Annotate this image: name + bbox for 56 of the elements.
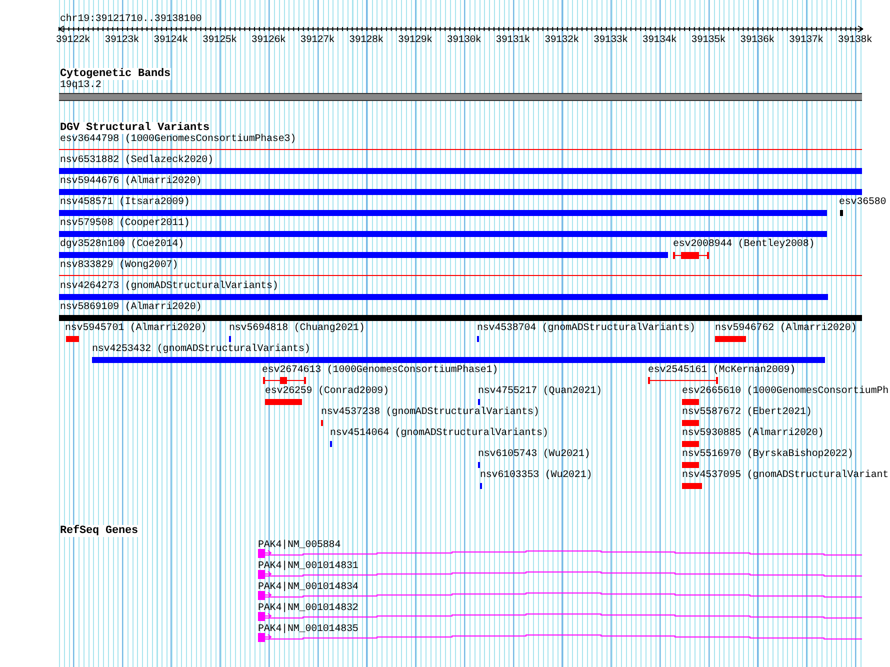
- variant-label: esv2545161 (McKernan2009): [648, 365, 796, 376]
- location-label: chr19:39121710..39138100: [60, 14, 202, 25]
- variant-label: nsv5516970 (ByrskaBishop2022): [682, 449, 854, 460]
- variant-label: esv36580: [839, 197, 886, 208]
- variant-label: nsv4537095 (gnomADStructuralVariant: [682, 470, 889, 481]
- variant-label: nsv5944676 (Almarri2020): [60, 176, 202, 187]
- tick-label: 39134k: [641, 35, 678, 46]
- gene-label: PAK4|NM_001014834: [258, 582, 358, 593]
- variant-label: nsv579508 (Cooper2011): [60, 218, 190, 229]
- variant-label: dgv3528n100 (Coe2014): [60, 239, 184, 250]
- variant-label: nsv4755217 (Quan2021): [478, 386, 602, 397]
- track-title: RefSeq Genes: [60, 525, 138, 537]
- variant-label: nsv4264273 (gnomADStructuralVariants): [60, 281, 278, 292]
- variant-label: nsv5694818 (Chuang2021): [229, 323, 365, 334]
- tick-label: 39126k: [250, 35, 287, 46]
- variant-label: nsv833829 (Wong2007): [60, 260, 178, 271]
- tick-label: 39138k: [836, 35, 874, 46]
- tick-label: 39124k: [152, 35, 189, 46]
- tick-label: 39136k: [739, 35, 776, 46]
- variant-label: nsv6531882 (Sedlazeck2020): [60, 155, 214, 166]
- tick-label: 39129k: [397, 35, 434, 46]
- tick-label: 39128k: [348, 35, 384, 46]
- tick-label: 39122k: [54, 35, 92, 46]
- gene-label: PAK4|NM_001014831: [258, 561, 358, 572]
- variant-label: nsv5930885 (Almarri2020): [682, 428, 824, 439]
- variant-label: esv2008944 (Bentley2008): [673, 239, 815, 250]
- tick-label: 39125k: [202, 35, 238, 46]
- tick-label: 39133k: [592, 35, 629, 46]
- variant-label: nsv5946762 (Almarri2020): [715, 323, 857, 334]
- variant-label: nsv458571 (Itsara2009): [60, 197, 190, 208]
- variant-label: esv3644798 (1000GenomesConsortiumPhase3): [60, 134, 296, 145]
- variant-label: nsv5945701 (Almarri2020): [65, 323, 207, 334]
- variant-label: esv26259 (Conrad2009): [265, 386, 389, 397]
- track-title: DGV Structural Variants: [60, 122, 210, 134]
- tick-label: 39127k: [299, 35, 336, 46]
- gene-label: PAK4|NM_005884: [258, 540, 341, 551]
- gene-label: PAK4|NM_001014835: [258, 624, 358, 635]
- tick-label: 39131k: [494, 35, 531, 46]
- variant-label: esv2665610 (1000GenomesConsortiumPh: [682, 386, 889, 397]
- tick-label: 39135k: [690, 35, 726, 46]
- variant-label: nsv6103353 (Wu2021): [480, 470, 592, 481]
- tick-label: 39123k: [104, 35, 140, 46]
- tick-label: 39137k: [788, 35, 824, 46]
- variant-label: nsv5869109 (Almarri2020): [60, 302, 202, 313]
- variant-label: nsv6105743 (Wu2021): [478, 449, 590, 460]
- variant-label: nsv4253432 (gnomADStructuralVariants): [92, 344, 310, 355]
- band-label: 19q13.2: [60, 80, 102, 91]
- track-title: Cytogenetic Bands: [60, 68, 171, 80]
- variant-label: nsv5587672 (Ebert2021): [682, 407, 812, 418]
- gene-label: PAK4|NM_001014832: [258, 603, 358, 614]
- tick-label: 39130k: [446, 35, 482, 46]
- variant-label: nsv4537238 (gnomADStructuralVariants): [321, 407, 540, 418]
- variant-label: nsv4514064 (gnomADStructuralVariants): [330, 428, 548, 439]
- variant-label: esv2674613 (1000GenomesConsortiumPhase1): [262, 365, 498, 376]
- tick-label: 39132k: [544, 35, 580, 46]
- variant-label: nsv4538704 (gnomADStructuralVariants): [477, 323, 696, 334]
